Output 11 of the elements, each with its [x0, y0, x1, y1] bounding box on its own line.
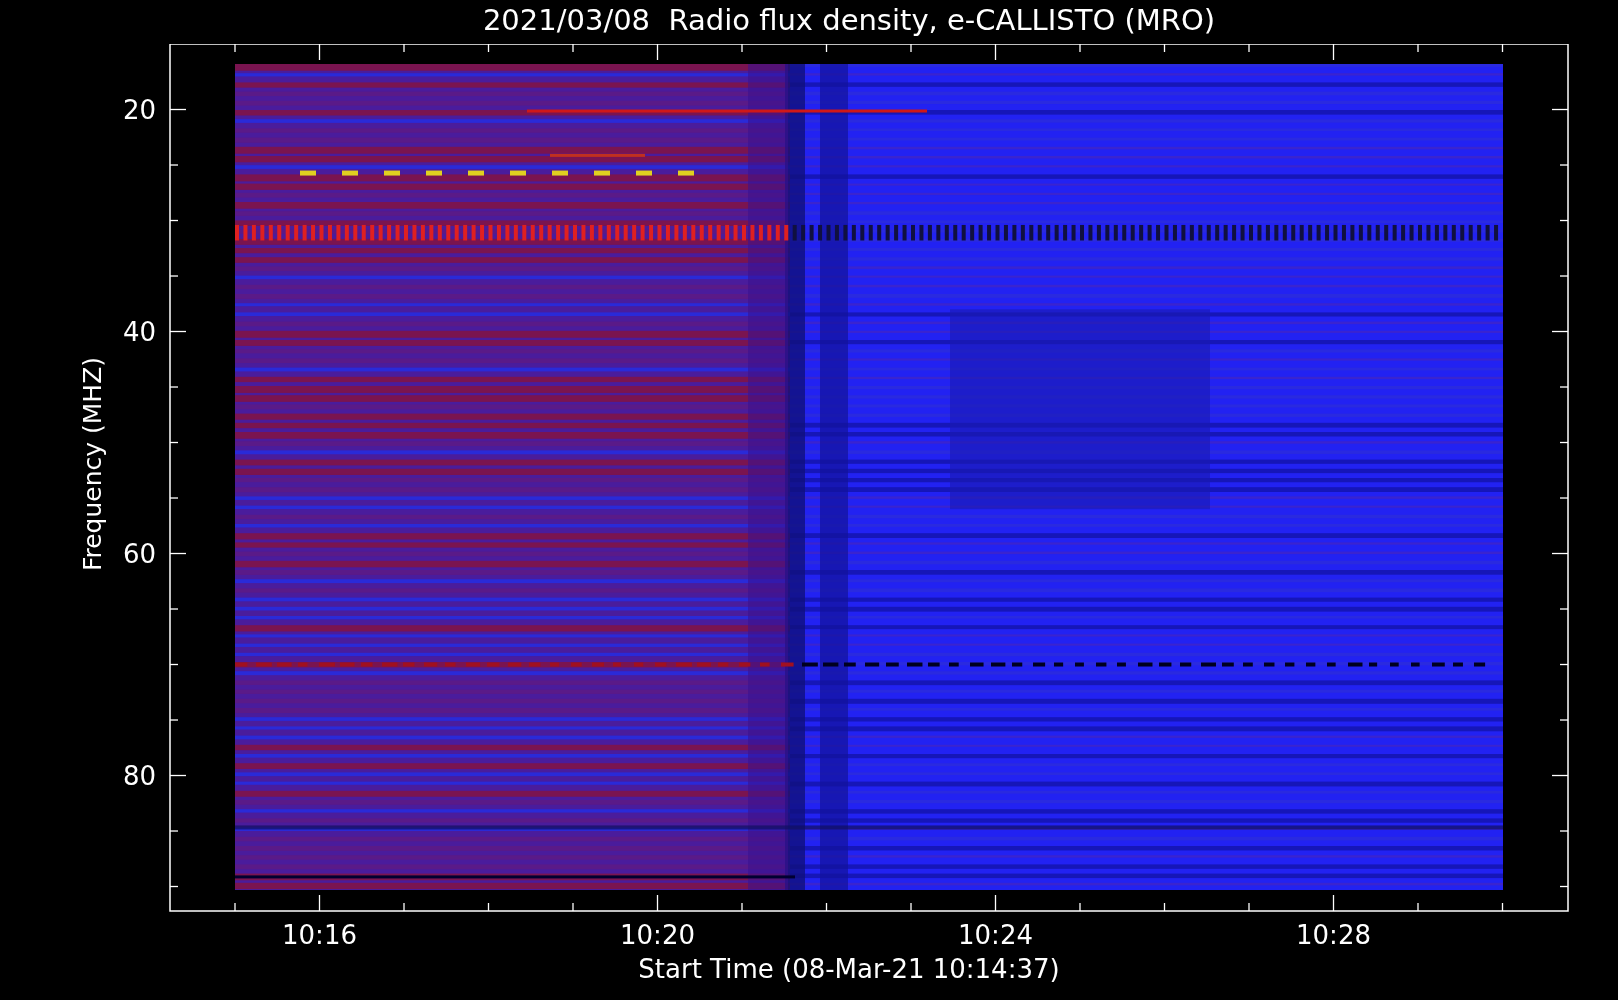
- x-tick-label: 10:24: [958, 920, 1033, 949]
- y-tick-label: 40: [122, 316, 156, 347]
- y-tick-label: 80: [122, 760, 156, 791]
- y-tick-label: 20: [122, 94, 156, 125]
- x-tick-label: 10:20: [620, 920, 695, 949]
- chart-title: 2021/03/08 Radio flux density, e-CALLISTO (MRO): [482, 2, 1216, 39]
- x-tick-label: 10:16: [282, 920, 357, 949]
- x-axis-label: Start Time (08-Mar-21 10:14:37): [638, 953, 1060, 986]
- x-tick-label: 10:28: [1296, 920, 1371, 949]
- y-axis-label: Frequency (MHZ): [78, 356, 107, 572]
- y-tick-label: 60: [122, 538, 156, 569]
